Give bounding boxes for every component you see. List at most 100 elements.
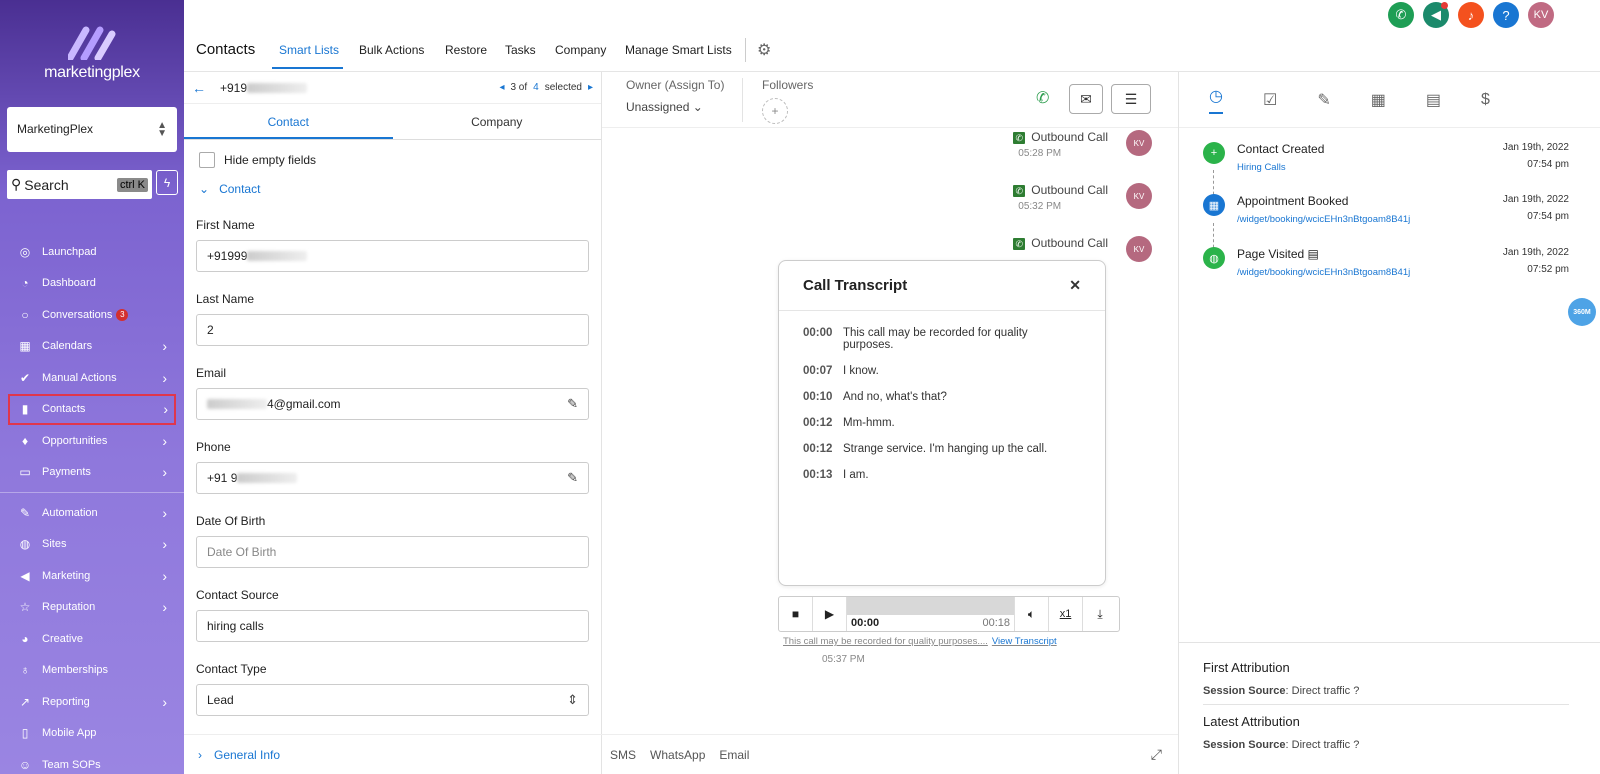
- first-name-field[interactable]: +91999: [196, 240, 589, 272]
- gear-icon[interactable]: ⚙: [757, 40, 771, 60]
- phone-call-icon[interactable]: ✆: [1388, 2, 1414, 28]
- call-icon[interactable]: ✆: [1036, 88, 1049, 108]
- sidebar-item-contacts[interactable]: ▮ Contacts ›: [8, 393, 176, 425]
- tab-company-detail[interactable]: Company: [393, 104, 602, 139]
- sidebar-item-opportunities[interactable]: ♦ Opportunities ›: [0, 425, 184, 457]
- calendar-icon[interactable]: ▦: [1371, 90, 1386, 110]
- sidebar-item-launchpad[interactable]: ◎ Launchpad: [0, 236, 184, 268]
- tab-manage-smart-lists[interactable]: Manage Smart Lists: [625, 43, 732, 57]
- chevron-right-icon: ›: [162, 599, 167, 616]
- rocket-icon: ◎: [19, 244, 31, 259]
- sidebar-item-marketing[interactable]: ◀ Marketing ›: [0, 560, 184, 592]
- modal-title: Call Transcript: [803, 277, 908, 294]
- contact-source-field[interactable]: hiring calls: [196, 610, 589, 642]
- add-contact-icon: +: [1203, 142, 1225, 164]
- lightning-icon: ϟ: [163, 175, 171, 190]
- play-icon: ▶: [824, 607, 835, 621]
- announcement-icon[interactable]: ◀: [1423, 2, 1449, 28]
- sidebar-item-team-sops[interactable]: ☺ Team SOPs: [0, 749, 184, 774]
- prev-record-button[interactable]: ◂: [499, 82, 504, 93]
- last-name-field[interactable]: 2: [196, 314, 589, 346]
- transcript-line: 00:00 This call may be recorded for quali…: [803, 327, 1028, 351]
- sidebar-item-dashboard[interactable]: ◔ Dashboard: [0, 268, 184, 300]
- user-avatar[interactable]: KV: [1528, 2, 1554, 28]
- audio-progress[interactable]: 00:00 00:18: [847, 597, 1015, 631]
- tab-whatsapp[interactable]: WhatsApp: [650, 748, 705, 762]
- back-arrow-icon[interactable]: ←: [192, 80, 206, 96]
- volume-icon: 🔈︎: [1027, 606, 1036, 621]
- owner-select[interactable]: Owner (Assign To) Unassigned ⌄: [626, 78, 724, 114]
- email-field[interactable]: 4@gmail.com ✎: [196, 388, 589, 420]
- document-icon[interactable]: ▤: [1426, 90, 1441, 110]
- history-icon[interactable]: ◷: [1209, 86, 1223, 114]
- download-button[interactable]: ⤓: [1083, 597, 1117, 631]
- hide-empty-checkbox[interactable]: Hide empty fields: [199, 152, 589, 168]
- globe-icon: ◍: [19, 537, 31, 552]
- tab-company[interactable]: Company: [555, 43, 606, 57]
- search-icon: ⚲: [11, 176, 22, 192]
- stop-button[interactable]: ■: [779, 597, 813, 631]
- tab-email[interactable]: Email: [719, 748, 749, 762]
- tab-sms[interactable]: SMS: [610, 748, 636, 762]
- progress-bar: [847, 597, 1014, 615]
- next-record-button[interactable]: ▸: [588, 82, 593, 93]
- sidebar-search[interactable]: ⚲ Search ctrl K: [7, 170, 152, 199]
- note-pencil-icon[interactable]: ✎: [1317, 90, 1330, 110]
- tab-contact[interactable]: Contact: [184, 104, 393, 139]
- phone-outbound-icon: ✆: [1013, 132, 1026, 144]
- tab-tasks[interactable]: Tasks: [505, 43, 536, 57]
- volume-button[interactable]: 🔈︎: [1015, 597, 1049, 631]
- expand-icon[interactable]: ⤢: [1151, 746, 1162, 763]
- view-transcript-link[interactable]: View Transcript: [992, 636, 1057, 647]
- phone-field[interactable]: +91 9 ✎: [196, 462, 589, 494]
- general-info-toggle[interactable]: › General Info: [184, 734, 602, 774]
- play-button[interactable]: ▶: [813, 597, 847, 631]
- brand-logo[interactable]: marketingplex: [0, 24, 184, 82]
- 360m-badge[interactable]: 360M: [1568, 298, 1596, 326]
- help-circle-icon[interactable]: ?: [1353, 739, 1359, 751]
- contact-section-toggle[interactable]: ⌄ Contact: [199, 182, 589, 196]
- header-actions: ✆ ◀ ♪ ? KV: [1388, 2, 1554, 28]
- contact-type-select[interactable]: Lead ⇕: [196, 684, 589, 716]
- sidebar-item-payments[interactable]: ▭ Payments ›: [0, 457, 184, 489]
- checkbox-box[interactable]: [199, 152, 215, 168]
- search-shortcut: ctrl K: [116, 177, 148, 192]
- quick-actions-button[interactable]: ϟ: [156, 170, 178, 195]
- conversations-badge: 3: [116, 308, 129, 321]
- detail-tabs: Contact Company: [184, 104, 601, 140]
- contact-form: Hide empty fields ⌄ Contact First Name +9…: [184, 140, 601, 748]
- clipboard-icon[interactable]: ▤: [1308, 247, 1319, 261]
- filter-button[interactable]: ☰: [1111, 84, 1151, 114]
- contact-source-label: Contact Source: [196, 588, 279, 602]
- sidebar-item-calendars[interactable]: ▦ Calendars ›: [0, 331, 184, 363]
- help-circle-icon[interactable]: ?: [1353, 685, 1359, 697]
- speed-button[interactable]: x1: [1049, 597, 1083, 631]
- close-icon[interactable]: ✕: [1069, 277, 1081, 294]
- add-follower-button[interactable]: +: [762, 98, 788, 124]
- task-icon[interactable]: ☑: [1263, 90, 1277, 110]
- pencil-icon[interactable]: ✎: [567, 470, 578, 486]
- tab-bulk-actions[interactable]: Bulk Actions: [359, 43, 424, 57]
- sidebar-item-creative[interactable]: ◕ Creative: [0, 623, 184, 655]
- call-message: ✆ Outbound Call KV: [1013, 236, 1152, 262]
- help-icon[interactable]: ?: [1493, 2, 1519, 28]
- chart-icon: ↗: [19, 694, 31, 709]
- dollar-icon[interactable]: $: [1481, 91, 1490, 109]
- email-button[interactable]: ✉: [1069, 84, 1103, 114]
- sidebar-item-sites[interactable]: ◍ Sites ›: [0, 529, 184, 561]
- sidebar-item-automation[interactable]: ✎ Automation ›: [0, 497, 184, 529]
- pencil-icon[interactable]: ✎: [567, 396, 578, 412]
- tab-restore[interactable]: Restore: [445, 43, 487, 57]
- tab-smart-lists[interactable]: Smart Lists: [279, 43, 339, 57]
- dob-field[interactable]: Date Of Birth: [196, 536, 589, 568]
- sidebar-item-memberships[interactable]: ♁ Memberships: [0, 655, 184, 687]
- sidebar-item-manual-actions[interactable]: ✔ Manual Actions ›: [0, 362, 184, 394]
- sidebar-item-mobile-app[interactable]: ▯ Mobile App: [0, 718, 184, 750]
- sidebar-item-reputation[interactable]: ☆ Reputation ›: [0, 592, 184, 624]
- phone-outbound-icon: ✆: [1013, 185, 1026, 197]
- page-title: Contacts: [196, 41, 256, 58]
- account-switcher[interactable]: MarketingPlex ▲ ▼: [7, 107, 177, 152]
- bell-icon[interactable]: ♪: [1458, 2, 1484, 28]
- sidebar-item-reporting[interactable]: ↗ Reporting ›: [0, 686, 184, 718]
- sidebar-item-conversations[interactable]: ○ Conversations 3: [0, 299, 184, 331]
